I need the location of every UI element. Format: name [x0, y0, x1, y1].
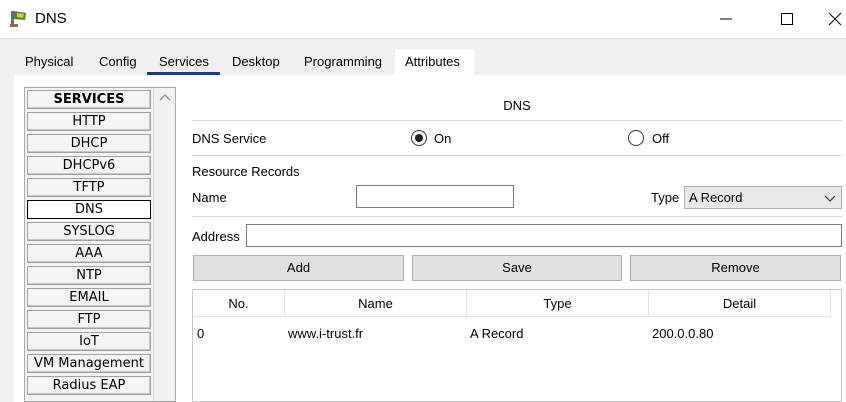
- type-select-value: A Record: [689, 190, 743, 205]
- service-item-dns[interactable]: DNS: [27, 200, 151, 219]
- window-title: DNS: [35, 10, 67, 27]
- service-item-syslog[interactable]: SYSLOG: [27, 222, 151, 241]
- remove-button[interactable]: Remove: [630, 255, 841, 281]
- add-button[interactable]: Add: [193, 255, 404, 281]
- close-icon: [828, 12, 842, 26]
- chevron-up-icon: [159, 94, 170, 101]
- service-item-dhcp[interactable]: DHCP: [27, 134, 151, 153]
- cell-name: www.i-trust.fr: [288, 326, 364, 341]
- minimize-button[interactable]: [711, 6, 741, 32]
- chevron-down-icon: [824, 195, 836, 202]
- tab-physical[interactable]: Physical: [23, 49, 75, 75]
- dns-records-table: No. Name Type Detail 0 www.i-trust.fr A …: [192, 289, 842, 402]
- service-item-ntp[interactable]: NTP: [27, 266, 151, 285]
- dns-off-label[interactable]: Off: [652, 131, 669, 146]
- dns-on-label[interactable]: On: [434, 131, 451, 146]
- dns-panel-title: DNS: [503, 98, 531, 113]
- radio-selected-dot: [415, 134, 423, 142]
- service-item-http[interactable]: HTTP: [27, 112, 151, 131]
- cell-detail: 200.0.0.80: [652, 326, 714, 341]
- dns-off-radio[interactable]: [628, 130, 644, 146]
- service-item-ftp[interactable]: FTP: [27, 310, 151, 329]
- service-item-iot[interactable]: IoT: [27, 332, 151, 351]
- service-item-email[interactable]: EMAIL: [27, 288, 151, 307]
- divider: [192, 155, 842, 156]
- name-input[interactable]: [356, 185, 514, 208]
- services-list: SERVICES HTTP DHCP DHCPv6 TFTP DNS SYSLO…: [24, 87, 176, 402]
- minimize-icon: [720, 18, 732, 20]
- service-item-vm-management[interactable]: VM Management: [27, 354, 151, 373]
- services-header: SERVICES: [27, 90, 151, 109]
- column-header-name[interactable]: Name: [285, 290, 467, 317]
- service-item-aaa[interactable]: AAA: [27, 244, 151, 263]
- dns-server-icon: [9, 8, 29, 28]
- close-button[interactable]: [820, 6, 846, 32]
- tab-desktop[interactable]: Desktop: [230, 49, 282, 75]
- services-scrollbar[interactable]: [153, 88, 175, 401]
- tab-attributes[interactable]: Attributes: [403, 49, 462, 75]
- cell-type: A Record: [470, 326, 524, 341]
- dns-on-radio[interactable]: [411, 130, 427, 146]
- title-bar: DNS: [0, 0, 846, 38]
- divider: [192, 120, 842, 121]
- maximize-button[interactable]: [772, 6, 802, 32]
- service-item-dhcpv6[interactable]: DHCPv6: [27, 156, 151, 175]
- scroll-up-button[interactable]: [154, 88, 175, 106]
- cell-no: 0: [197, 326, 205, 341]
- maximize-icon: [781, 13, 793, 25]
- service-item-radius-eap[interactable]: Radius EAP: [27, 376, 151, 395]
- column-header-detail[interactable]: Detail: [649, 290, 831, 317]
- divider: [192, 216, 842, 217]
- resource-records-label: Resource Records: [192, 164, 300, 179]
- column-header-type[interactable]: Type: [467, 290, 649, 317]
- type-select[interactable]: A Record: [684, 186, 842, 209]
- tab-config[interactable]: Config: [97, 49, 139, 75]
- tab-programming[interactable]: Programming: [302, 49, 384, 75]
- address-input[interactable]: [246, 224, 842, 247]
- column-header-no[interactable]: No.: [193, 290, 285, 317]
- dns-service-label: DNS Service: [192, 131, 267, 146]
- save-button[interactable]: Save: [412, 255, 622, 281]
- type-label: Type: [651, 190, 680, 205]
- address-label: Address: [192, 229, 240, 244]
- service-item-tftp[interactable]: TFTP: [27, 178, 151, 197]
- name-label: Name: [192, 190, 227, 205]
